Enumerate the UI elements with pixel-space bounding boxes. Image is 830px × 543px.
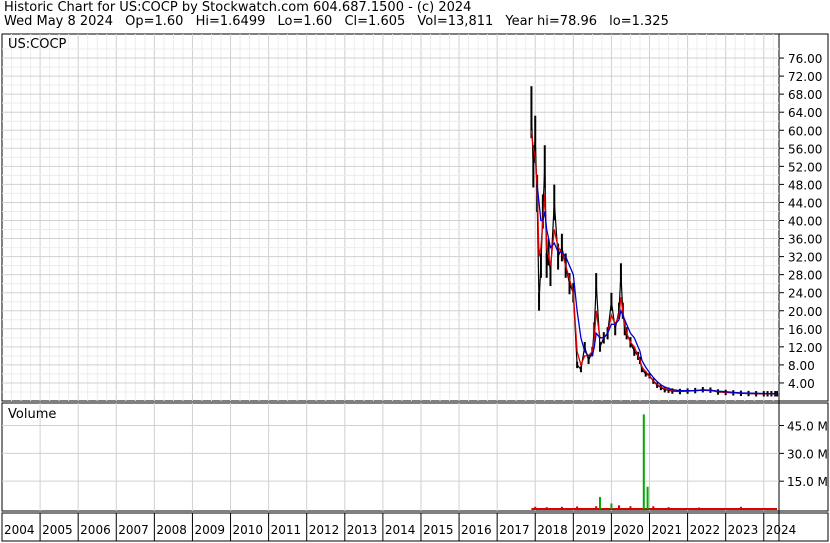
price-volume-chart: 2004 2005 2006 2007 2008 2009 2010 2011 2012 2013… [1,33,829,542]
x-tick-label-2017: 2017 [499,523,530,537]
x-tick-label-2009: 2009 [194,523,225,537]
price-y-tick-label: 36.00 [788,233,822,247]
price-y-tick-label: 40.00 [788,215,822,229]
price-y-tick-label: 52.00 [788,160,822,174]
x-tick-label-2014: 2014 [385,523,416,537]
price-y-tick-label: 56.00 [788,142,822,156]
price-line [530,112,778,395]
x-tick-label-2018: 2018 [537,523,568,537]
price-y-tick-label: 24.00 [788,287,822,301]
price-y-tick-label: 64.00 [788,106,822,120]
x-tick-label-2023: 2023 [728,523,759,537]
x-tick-label-2019: 2019 [575,523,606,537]
volume-panel-title: Volume [8,407,56,422]
price-y-tick-label: 76.00 [788,52,822,66]
price-y-tick-label: 8.00 [788,359,815,373]
price-y-tick-label: 28.00 [788,269,822,283]
price-y-tick-label: 48.00 [788,178,822,192]
x-tick-label-2005: 2005 [42,523,73,537]
volume-y-tick-label: 45.0 M [787,420,828,434]
x-tick-label-2008: 2008 [156,523,187,537]
volume-panel-frame [1,402,829,512]
x-tick-label-2012: 2012 [309,523,340,537]
price-y-tick-label: 68.00 [788,88,822,102]
price-y-tick-label: 32.00 [788,251,822,265]
x-tick-label-2007: 2007 [118,523,149,537]
x-tick-label-2011: 2011 [271,523,302,537]
price-y-tick-label: 44.00 [788,196,822,210]
x-tick-label-2016: 2016 [461,523,492,537]
x-tick-label-2024: 2024 [766,523,797,537]
x-tick-label-2010: 2010 [233,523,264,537]
x-tick-label-2006: 2006 [80,523,111,537]
x-tick-label-2022: 2022 [690,523,721,537]
price-y-tick-label: 20.00 [788,305,822,319]
price-y-tick-label: 72.00 [788,70,822,84]
price-y-tick-label: 4.00 [788,377,815,391]
price-panel-title: US:COCP [8,37,67,52]
x-tick-label-2013: 2013 [347,523,378,537]
price-y-tick-label: 12.00 [788,341,822,355]
x-tick-label-2020: 2020 [613,523,644,537]
x-tick-label-2015: 2015 [423,523,454,537]
x-tick-label-2004: 2004 [4,523,35,537]
volume-y-tick-label: 30.0 M [787,447,828,461]
price-y-tick-label: 60.00 [788,124,822,138]
x-tick-label-2021: 2021 [652,523,683,537]
price-y-tick-label: 16.00 [788,323,822,337]
volume-y-tick-label: 15.0 M [787,475,828,489]
